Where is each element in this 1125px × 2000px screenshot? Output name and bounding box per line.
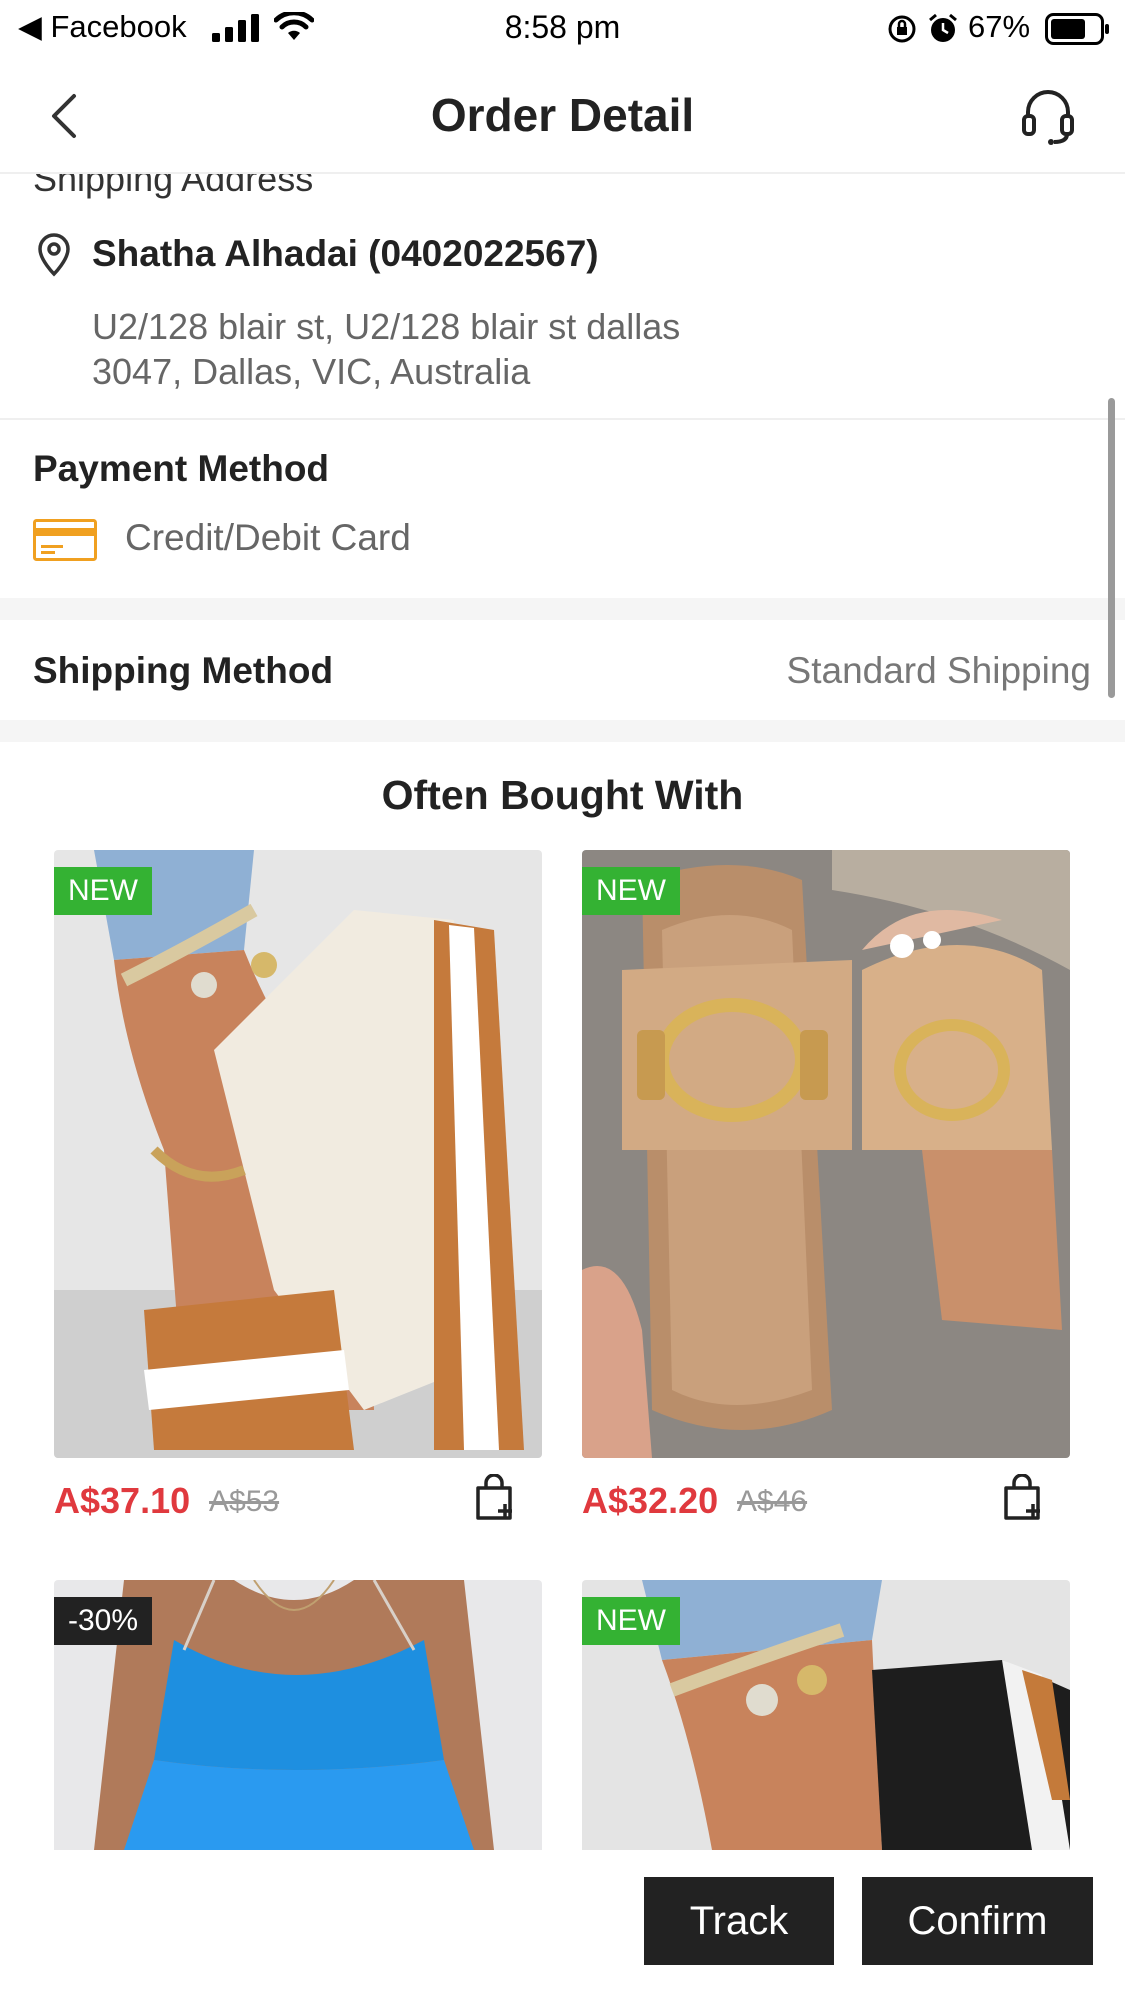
battery-percent: 67% bbox=[968, 9, 1031, 44]
payment-method-label: Payment Method bbox=[33, 448, 330, 489]
status-bar: ◀ Facebook 8:58 pm 67% bbox=[0, 0, 1125, 58]
product-price: A$32.20 bbox=[582, 1480, 719, 1521]
nav-bar: Order Detail bbox=[0, 58, 1125, 174]
shipping-method-label: Shipping Method bbox=[33, 650, 334, 691]
shipping-address-section[interactable]: Shipping Address Shatha Alhadai (0402022… bbox=[0, 174, 1125, 420]
lock-rotation-icon bbox=[888, 15, 916, 43]
bottom-action-bar: Track Confirm bbox=[0, 1850, 1125, 2000]
product-price: A$37.10 bbox=[54, 1480, 191, 1521]
product-card[interactable]: NEW A$37.10 A$53 bbox=[54, 850, 542, 1540]
price-row: A$32.20 A$46 bbox=[582, 1474, 1070, 1530]
location-pin-icon bbox=[38, 233, 70, 277]
confirm-button[interactable]: Confirm bbox=[862, 1877, 1093, 1965]
headset-icon[interactable] bbox=[1020, 86, 1076, 146]
section-divider bbox=[0, 598, 1125, 620]
product-original-price: A$46 bbox=[737, 1485, 808, 1518]
product-badge: NEW bbox=[582, 867, 680, 915]
payment-method-value: Credit/Debit Card bbox=[125, 517, 411, 558]
product-image[interactable]: NEW bbox=[54, 850, 542, 1458]
product-badge: -30% bbox=[54, 1597, 153, 1645]
shipping-method-section: Shipping Method Standard Shipping bbox=[0, 620, 1125, 720]
shipping-address-heading: Shipping Address bbox=[33, 174, 314, 199]
payment-method-section: Payment Method Credit/Debit Card bbox=[0, 420, 1125, 598]
battery-icon bbox=[1045, 13, 1109, 45]
product-image[interactable]: -30% bbox=[54, 1580, 542, 1850]
often-bought-title: Often Bought With bbox=[381, 772, 744, 818]
product-card[interactable]: NEW bbox=[582, 1580, 1070, 1850]
alarm-icon bbox=[929, 13, 957, 42]
product-image[interactable]: NEW bbox=[582, 1580, 1070, 1850]
page-title: Order Detail bbox=[430, 89, 695, 141]
product-image[interactable]: NEW bbox=[582, 850, 1070, 1458]
address-line-1: U2/128 blair st, U2/128 blair st dallas bbox=[92, 306, 681, 347]
section-divider bbox=[0, 720, 1125, 742]
product-badge: NEW bbox=[582, 1597, 680, 1645]
price-row: A$37.10 A$53 bbox=[54, 1474, 542, 1530]
add-to-cart-icon[interactable] bbox=[1000, 1474, 1046, 1522]
product-card[interactable]: NEW A$32.20 A$46 bbox=[582, 850, 1070, 1540]
address-line-2: 3047, Dallas, VIC, Australia bbox=[92, 351, 531, 392]
recipient-name: Shatha Alhadai (0402022567) bbox=[92, 233, 599, 274]
add-to-cart-icon[interactable] bbox=[472, 1474, 518, 1522]
credit-card-icon bbox=[33, 519, 97, 561]
product-card[interactable]: -30% bbox=[54, 1580, 542, 1850]
shipping-method-value: Standard Shipping bbox=[786, 650, 1091, 691]
product-badge: NEW bbox=[54, 867, 152, 915]
product-original-price: A$53 bbox=[209, 1485, 280, 1518]
scrollbar[interactable] bbox=[1108, 398, 1115, 698]
track-button[interactable]: Track bbox=[644, 1877, 834, 1965]
